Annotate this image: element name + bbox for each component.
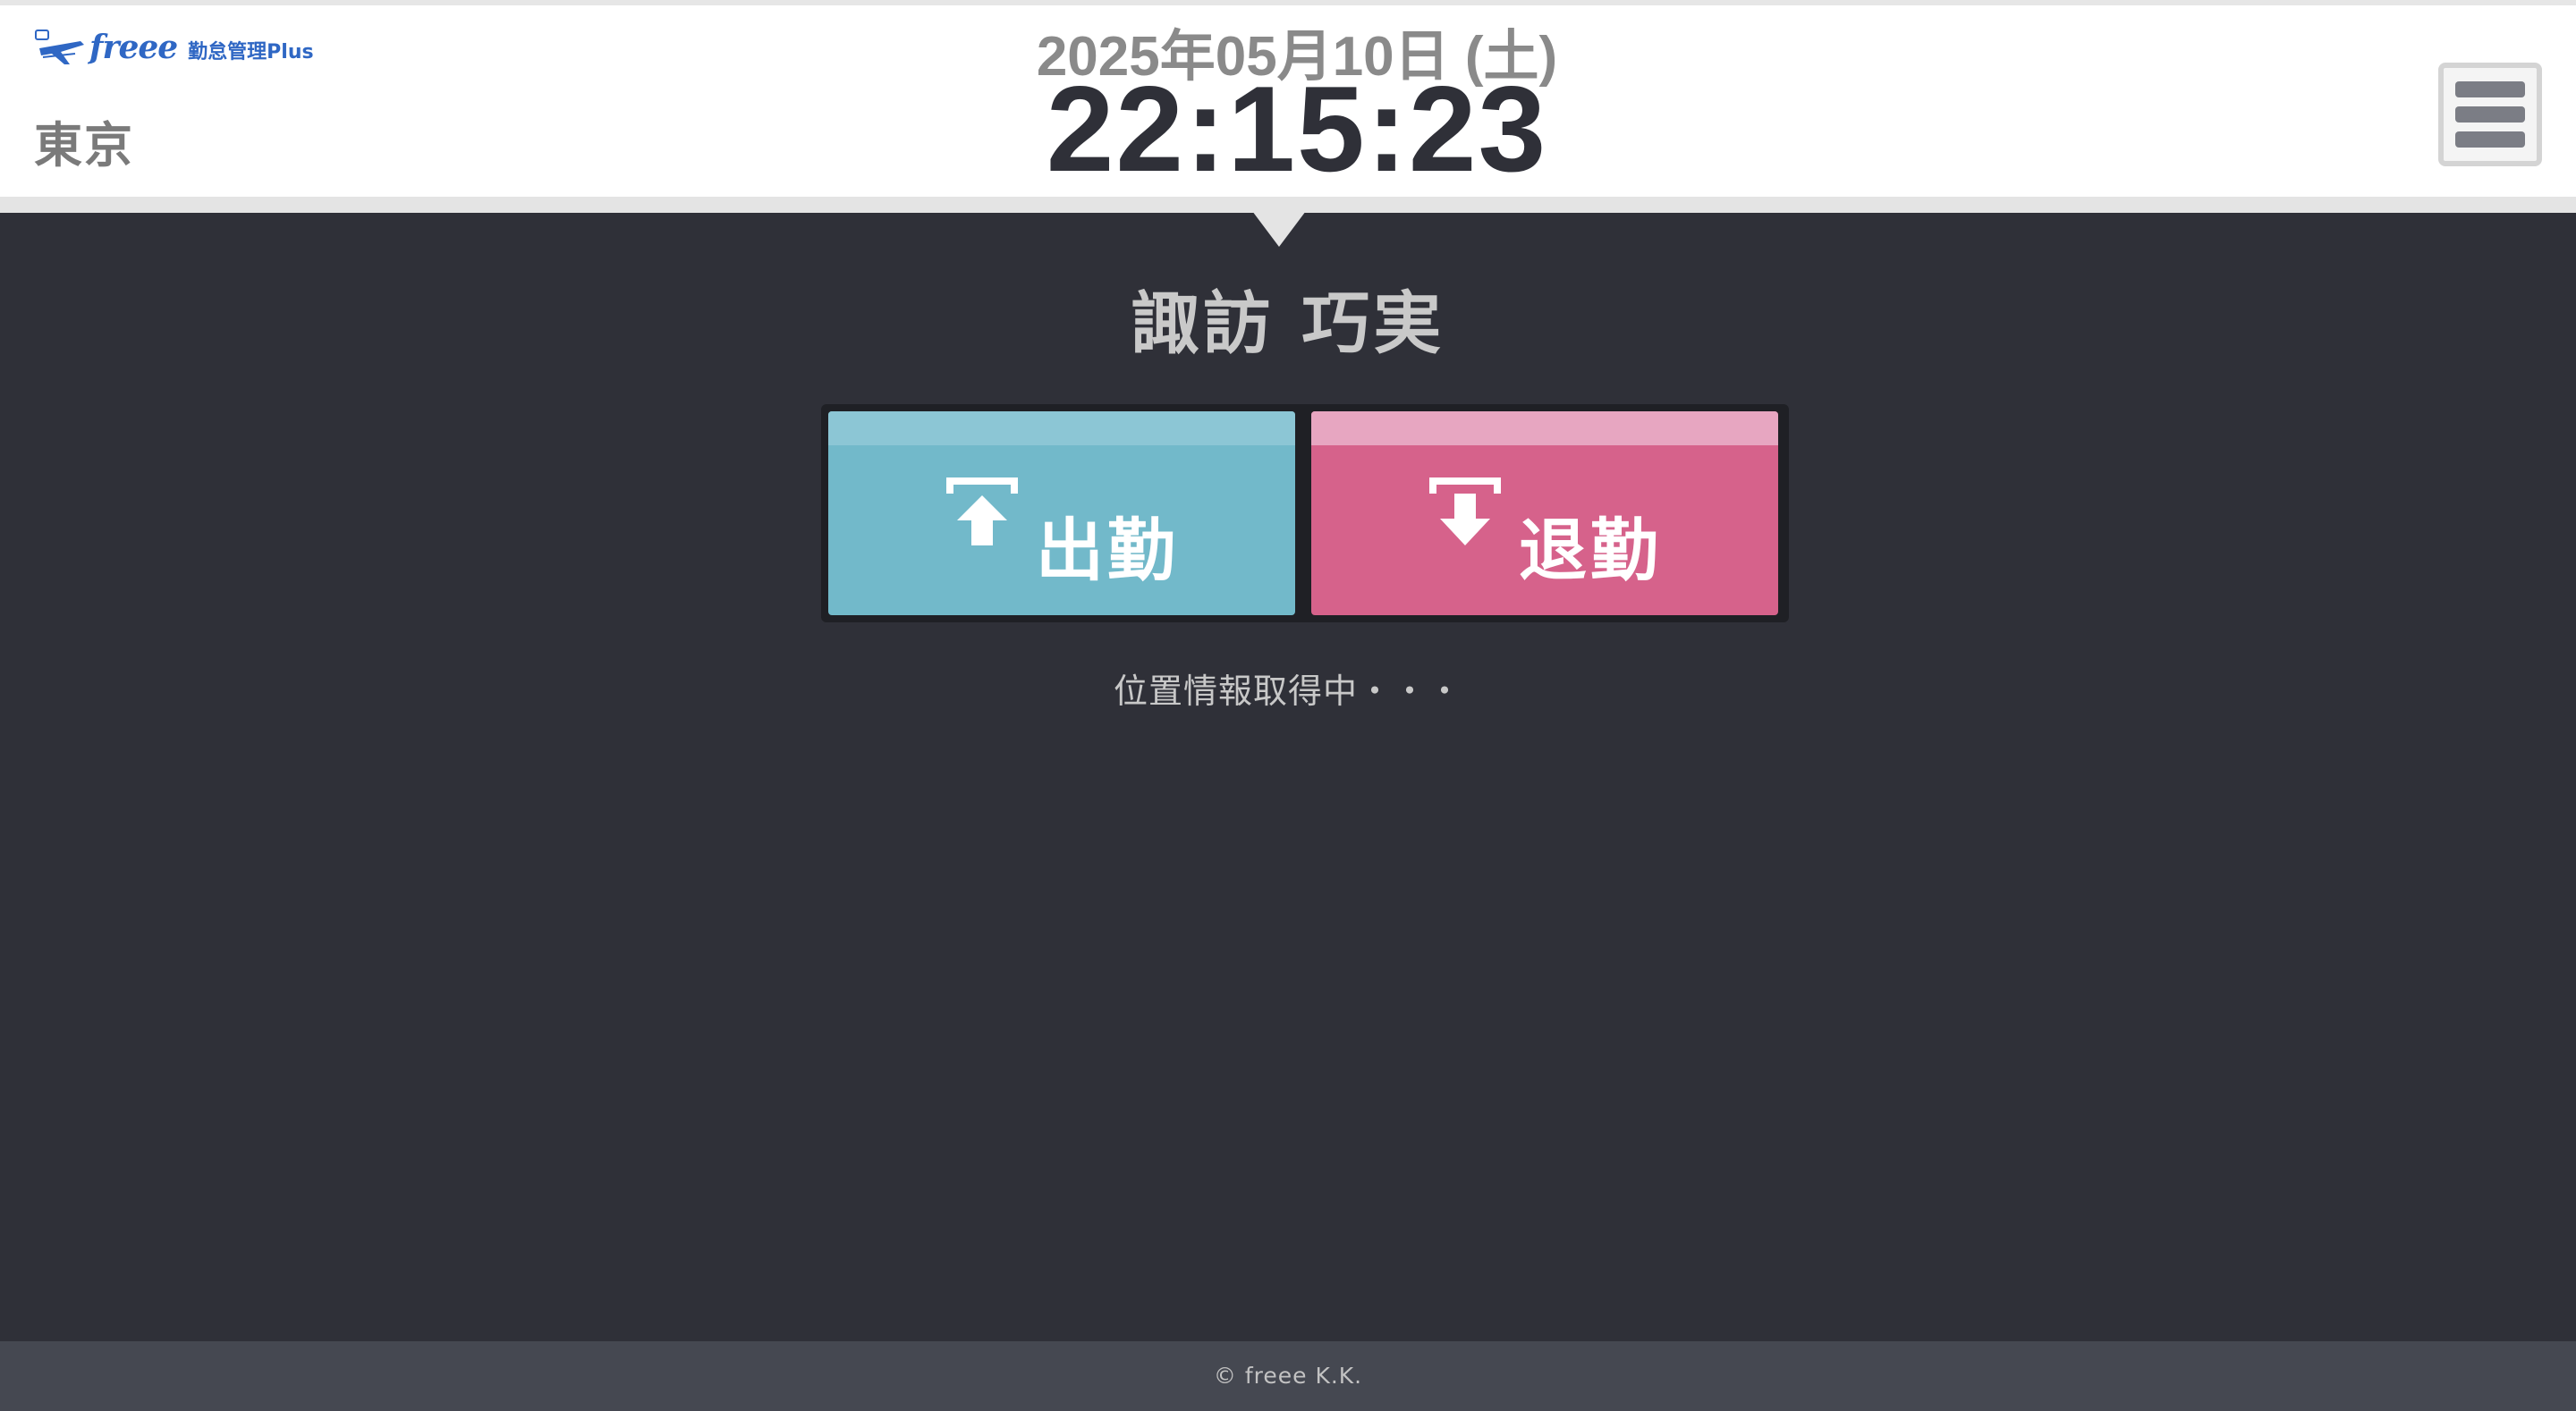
button-highlight	[828, 411, 1295, 445]
copyright-text: © freee K.K.	[1213, 1363, 1363, 1389]
airplane-logo-icon	[35, 30, 84, 64]
header-pointer	[1252, 211, 1306, 247]
button-highlight	[1311, 411, 1778, 445]
clock-out-button[interactable]: 退勤	[1311, 411, 1778, 615]
hamburger-menu-bar	[2455, 131, 2525, 148]
clock-in-button[interactable]: 出勤	[828, 411, 1295, 615]
arrow-down-from-bracket-icon	[1429, 477, 1501, 545]
employee-name: 諏訪 巧実	[1131, 283, 1445, 363]
location-status: 位置情報取得中・・・	[1113, 672, 1462, 711]
logo-product-name: 勤怠管理Plus	[188, 41, 314, 63]
clock-in-label: 出勤	[1036, 511, 1179, 590]
logo-wordmark: freee	[89, 29, 178, 66]
current-time: 22:15:23	[1046, 61, 1548, 197]
punch-button-group: 出勤 退勤	[821, 404, 1789, 622]
app-logo: freee 勤怠管理Plus	[34, 27, 314, 68]
clock-out-label: 退勤	[1519, 511, 1662, 590]
header: freee 勤怠管理Plus 東京 2025年05月10日 (土) 22:15:…	[0, 0, 2576, 197]
menu-button[interactable]	[2438, 63, 2542, 166]
arrow-up-into-bracket-icon	[946, 477, 1018, 545]
location-label: 東京	[34, 117, 134, 173]
timecard-page: freee 勤怠管理Plus 東京 2025年05月10日 (土) 22:15:…	[0, 0, 2576, 1411]
footer: © freee K.K.	[0, 1341, 2576, 1411]
hamburger-menu-icon	[2455, 81, 2525, 97]
hamburger-menu-bar	[2455, 106, 2525, 123]
